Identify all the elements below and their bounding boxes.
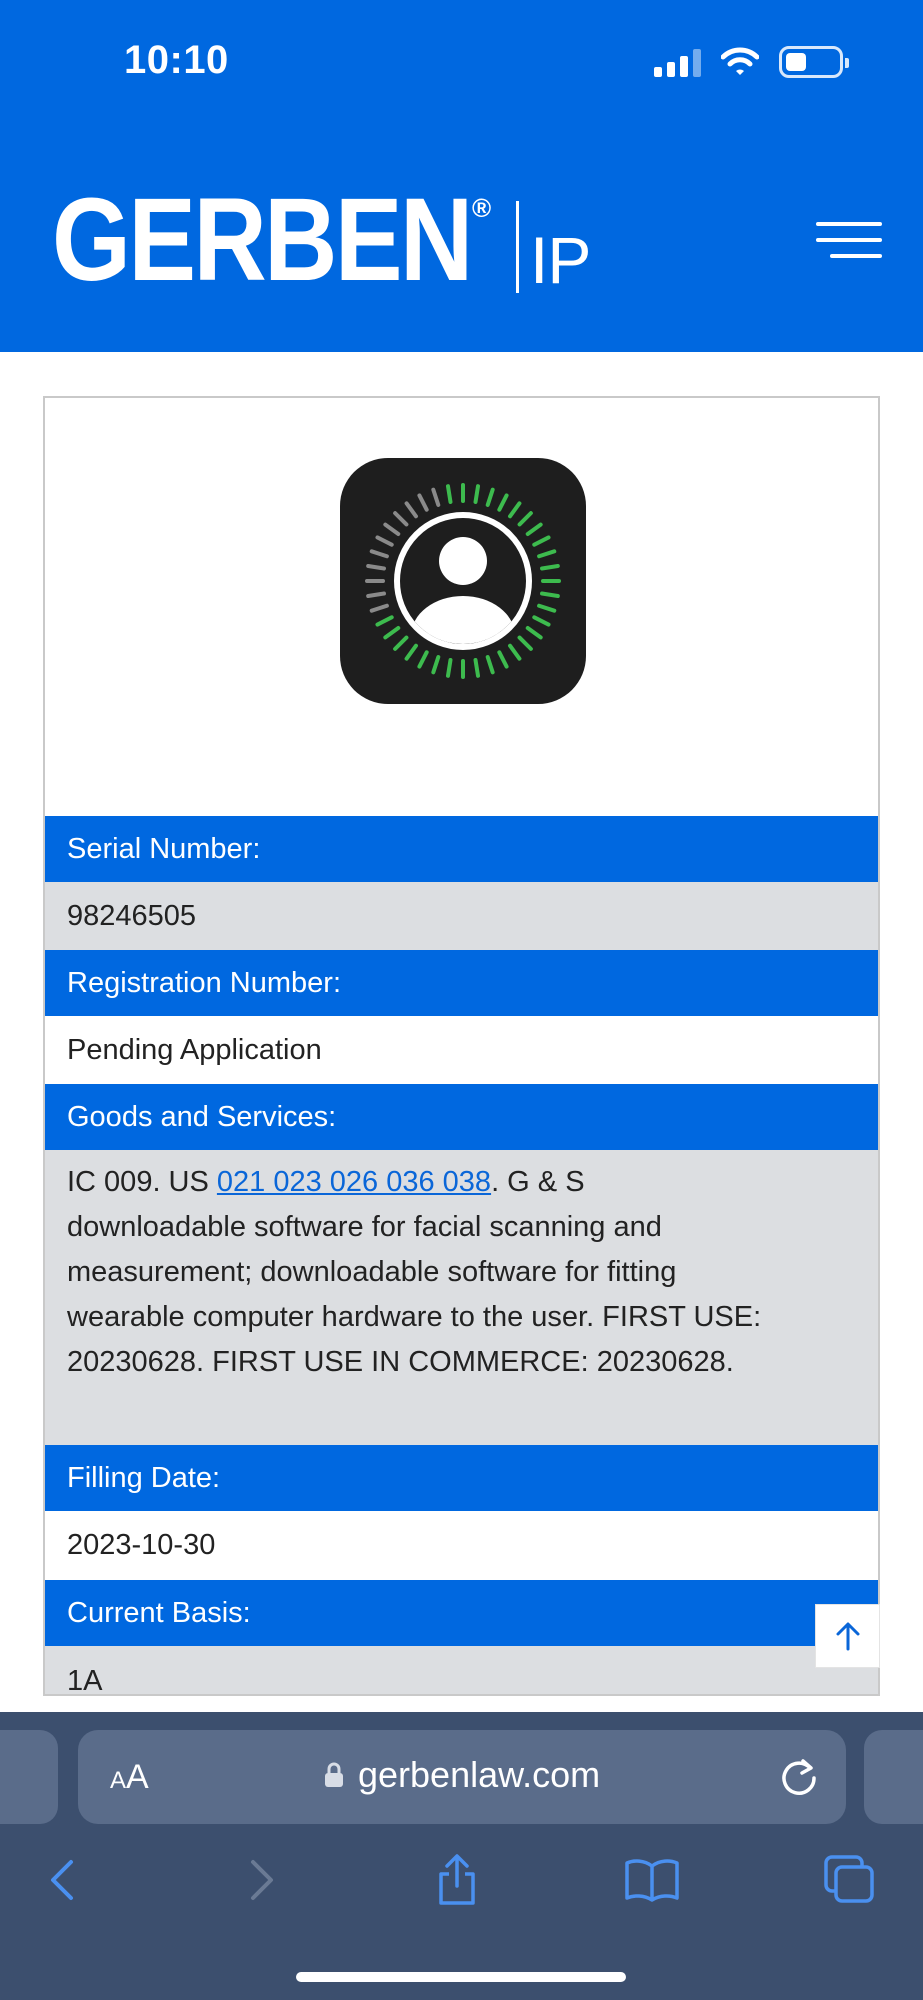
hamburger-menu-icon[interactable]	[812, 218, 882, 262]
gerben-ip-logo[interactable]: GERBEN ® IP	[52, 174, 591, 306]
trademark-image	[340, 458, 586, 704]
goods-services-value: IC 009. US 021 023 026 036 038. G & S do…	[45, 1150, 878, 1445]
back-button[interactable]	[32, 1850, 92, 1910]
filing-date-value: 2023-10-30	[45, 1511, 878, 1580]
forward-button[interactable]	[232, 1850, 292, 1910]
bookmarks-button[interactable]	[622, 1850, 682, 1910]
wifi-icon	[721, 47, 759, 75]
forward-icon	[251, 1860, 273, 1900]
logo-registered-mark: ®	[472, 193, 492, 223]
registration-number-value: Pending Application	[45, 1016, 878, 1084]
battery-icon	[779, 46, 849, 78]
logo-ip: IP	[530, 223, 591, 297]
logo-divider	[516, 201, 519, 293]
address-bar[interactable]: AA gerbenlaw.com	[78, 1730, 846, 1824]
scroll-to-top-button[interactable]	[815, 1604, 880, 1668]
serial-number-label: Serial Number:	[45, 816, 878, 882]
back-icon	[51, 1860, 73, 1900]
arrow-up-icon	[836, 1622, 859, 1651]
next-tab-pill[interactable]	[864, 1730, 923, 1824]
status-time: 10:10	[124, 38, 229, 82]
goods-services-label: Goods and Services:	[45, 1084, 878, 1150]
previous-tab-pill[interactable]	[0, 1730, 58, 1824]
cellular-signal-icon	[654, 47, 701, 77]
tabs-icon	[824, 1855, 874, 1903]
share-icon	[439, 1854, 475, 1905]
tabs-button[interactable]	[820, 1850, 880, 1910]
current-basis-value: 1A	[45, 1646, 878, 1694]
face-scan-app-icon	[340, 458, 586, 704]
share-button[interactable]	[427, 1850, 487, 1910]
us-classes-link[interactable]: 021 023 026 036 038	[217, 1166, 491, 1198]
filing-date-label: Filling Date:	[45, 1445, 878, 1511]
url-display[interactable]: gerbenlaw.com	[324, 1754, 600, 1796]
serial-number-value: 98246505	[45, 882, 878, 950]
lock-icon	[325, 1762, 343, 1787]
status-icons	[654, 44, 849, 80]
home-indicator	[296, 1972, 626, 1982]
registration-number-label: Registration Number:	[45, 950, 878, 1016]
text-size-button[interactable]: AA	[110, 1758, 149, 1797]
site-header: 10:10 GERBEN ® IP	[0, 0, 923, 352]
url-domain: gerbenlaw.com	[358, 1754, 601, 1795]
bookmarks-icon	[625, 1859, 679, 1902]
logo-wordmark: GERBEN	[52, 174, 473, 306]
current-basis-label: Current Basis:	[45, 1580, 878, 1646]
trademark-card: Serial Number: 98246505 Registration Num…	[43, 396, 880, 1696]
safari-toolbar: AA gerbenlaw.com	[0, 1712, 923, 2000]
goods-prefix: IC 009. US	[67, 1166, 217, 1198]
reload-icon[interactable]	[778, 1756, 820, 1798]
